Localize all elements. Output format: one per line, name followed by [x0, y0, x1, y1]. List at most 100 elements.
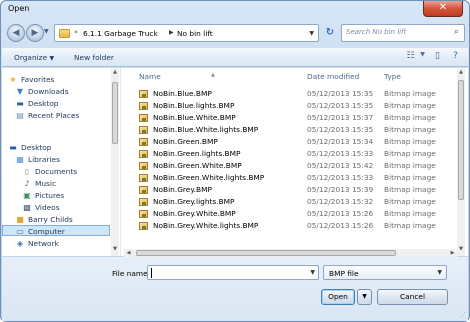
- file-type-select[interactable]: BMP file ▼: [323, 265, 447, 280]
- back-button[interactable]: ◀: [7, 24, 25, 42]
- column-header-label: Date modified: [307, 72, 360, 81]
- resize-grip-icon[interactable]: ⋰: [459, 311, 466, 319]
- chevron-down-icon: ▼: [49, 55, 55, 62]
- file-row[interactable]: NoBin.Green.White.lights.BMP 05/12/2013 …: [136, 172, 452, 183]
- bitmap-file-icon: [139, 150, 148, 158]
- view-dropdown-icon[interactable]: ▼: [416, 51, 429, 62]
- nav-item-music[interactable]: ♪ Music: [2, 178, 110, 189]
- documents-icon: ▯: [24, 167, 30, 176]
- file-list-horizontal-scrollbar[interactable]: ◀ ▶: [124, 249, 457, 257]
- file-date: 05/12/2013 15:39: [307, 185, 374, 194]
- file-date: 05/12/2013 15:37: [307, 113, 374, 122]
- file-type: Bitmap image: [384, 161, 436, 170]
- file-name: NoBin.Blue.White.lights.BMP: [153, 125, 259, 134]
- recent-locations-dropdown[interactable]: ▼: [44, 28, 49, 35]
- scroll-down-icon[interactable]: ▼: [457, 246, 465, 255]
- scroll-left-icon[interactable]: ◀: [124, 249, 133, 257]
- file-type: Bitmap image: [384, 173, 436, 182]
- nav-item-label: Desktop: [21, 143, 52, 152]
- breadcrumb-segment[interactable]: 6.1.1 Garbage Truck: [83, 29, 158, 38]
- file-row[interactable]: NoBin.Blue.lights.BMP 05/12/2013 15:35 B…: [136, 100, 452, 111]
- nav-item-pictures[interactable]: ▣ Pictures: [2, 190, 110, 201]
- scroll-right-icon[interactable]: ▶: [448, 249, 457, 257]
- title-bar[interactable]: Open ✕: [1, 1, 469, 19]
- scroll-thumb[interactable]: [136, 250, 396, 256]
- open-options-button[interactable]: ▼: [357, 289, 372, 305]
- address-overflow-icon[interactable]: «: [74, 28, 78, 36]
- file-date: 05/12/2013 15:26: [307, 221, 374, 230]
- search-box[interactable]: ⌕: [341, 24, 465, 42]
- nav-item-videos[interactable]: ▩ Videos: [2, 202, 110, 213]
- file-date: 05/12/2013 15:33: [307, 173, 374, 182]
- nav-item-label: Desktop: [28, 99, 59, 108]
- file-date: 05/12/2013 15:35: [307, 101, 374, 110]
- nav-item-favorites[interactable]: ★ Favorites: [2, 74, 110, 85]
- chevron-down-icon: ▼: [437, 269, 442, 276]
- nav-item-documents[interactable]: ▯ Documents: [2, 166, 110, 177]
- file-name: NoBin.Blue.lights.BMP: [153, 101, 235, 110]
- nav-item-network[interactable]: ◈ Network: [2, 238, 110, 249]
- address-bar[interactable]: « 6.1.1 Garbage Truck ▶ No bin lift ▼: [54, 24, 319, 42]
- file-row[interactable]: NoBin.Green.lights.BMP 05/12/2013 15:33 …: [136, 148, 452, 159]
- scroll-up-icon[interactable]: ▲: [457, 69, 465, 78]
- nav-pane-scrollbar[interactable]: ▲ ▼: [111, 68, 119, 256]
- column-header-name[interactable]: ▲ Name: [136, 68, 296, 83]
- nav-item-downloads[interactable]: ▼ Downloads: [2, 86, 110, 97]
- recent-places-icon: ▤: [16, 111, 24, 120]
- file-type: Bitmap image: [384, 113, 436, 122]
- forward-arrow-icon: ▶: [31, 28, 39, 38]
- breadcrumb-separator-icon[interactable]: ▶: [169, 29, 174, 36]
- open-button[interactable]: Open: [321, 289, 355, 305]
- column-header-type[interactable]: Type: [384, 68, 454, 83]
- file-row[interactable]: NoBin.Green.White.BMP 05/12/2013 15:42 B…: [136, 160, 452, 171]
- organize-button[interactable]: Organize ▼: [14, 53, 54, 62]
- close-button[interactable]: ✕: [423, 1, 463, 17]
- file-row[interactable]: NoBin.Blue.White.lights.BMP 05/12/2013 1…: [136, 124, 452, 135]
- help-icon[interactable]: ?: [449, 51, 462, 62]
- chevron-down-icon[interactable]: ▼: [310, 269, 315, 276]
- file-row[interactable]: NoBin.Green.BMP 05/12/2013 15:34 Bitmap …: [136, 136, 452, 147]
- nav-item-label: Pictures: [35, 191, 65, 200]
- nav-item-desktop[interactable]: ▬ Desktop: [2, 98, 110, 109]
- nav-item-label: Favorites: [21, 75, 55, 84]
- nav-item-recent-places[interactable]: ▤ Recent Places: [2, 110, 110, 121]
- file-name: NoBin.Grey.BMP: [153, 185, 212, 194]
- forward-button[interactable]: ▶: [26, 24, 44, 42]
- file-row[interactable]: NoBin.Grey.lights.BMP 05/12/2013 15:32 B…: [136, 196, 452, 207]
- file-type: Bitmap image: [384, 197, 436, 206]
- file-date: 05/12/2013 15:35: [307, 89, 374, 98]
- preview-pane-icon[interactable]: ▯: [431, 51, 444, 62]
- file-list-vertical-scrollbar[interactable]: ▲ ▼: [457, 68, 465, 256]
- text-caret: [151, 268, 152, 278]
- scroll-down-icon[interactable]: ▼: [111, 246, 119, 255]
- refresh-button[interactable]: ↻: [321, 24, 339, 42]
- search-icon[interactable]: ⌕: [454, 27, 459, 37]
- address-dropdown-icon[interactable]: ▼: [309, 30, 314, 37]
- scroll-thumb[interactable]: [112, 82, 118, 144]
- breadcrumb-segment[interactable]: No bin lift: [177, 29, 213, 38]
- nav-item-computer[interactable]: ▭ Computer: [2, 225, 110, 236]
- nav-item-user-folder[interactable]: ■ Barry Childs: [2, 214, 110, 225]
- file-row[interactable]: NoBin.Blue.BMP 05/12/2013 15:35 Bitmap i…: [136, 88, 452, 99]
- file-name: NoBin.Blue.White.BMP: [153, 113, 236, 122]
- network-icon: ◈: [16, 239, 24, 248]
- scroll-up-icon[interactable]: ▲: [111, 69, 119, 78]
- cancel-button[interactable]: Cancel: [377, 289, 448, 305]
- file-row[interactable]: NoBin.Grey.BMP 05/12/2013 15:39 Bitmap i…: [136, 184, 452, 195]
- file-row[interactable]: NoBin.Blue.White.BMP 05/12/2013 15:37 Bi…: [136, 112, 452, 123]
- file-row[interactable]: NoBin.Grey.White.BMP 05/12/2013 15:26 Bi…: [136, 208, 452, 219]
- column-header-date-modified[interactable]: Date modified: [307, 68, 383, 83]
- back-arrow-icon: ◀: [12, 28, 20, 38]
- search-input[interactable]: [346, 28, 446, 36]
- download-folder-icon: ▼: [16, 87, 24, 96]
- file-name-field[interactable]: ▼: [147, 265, 319, 280]
- scroll-thumb[interactable]: [458, 80, 464, 200]
- nav-item-libraries[interactable]: ▦ Libraries: [2, 154, 110, 165]
- bitmap-file-icon: [139, 102, 148, 110]
- file-date: 05/12/2013 15:26: [307, 209, 374, 218]
- bitmap-file-icon: [139, 126, 148, 134]
- file-type: Bitmap image: [384, 101, 436, 110]
- new-folder-button[interactable]: New folder: [74, 53, 114, 62]
- file-row[interactable]: NoBin.Grey.White.lights.BMP 05/12/2013 1…: [136, 220, 452, 231]
- nav-item-desktop-root[interactable]: ▬ Desktop: [2, 142, 110, 153]
